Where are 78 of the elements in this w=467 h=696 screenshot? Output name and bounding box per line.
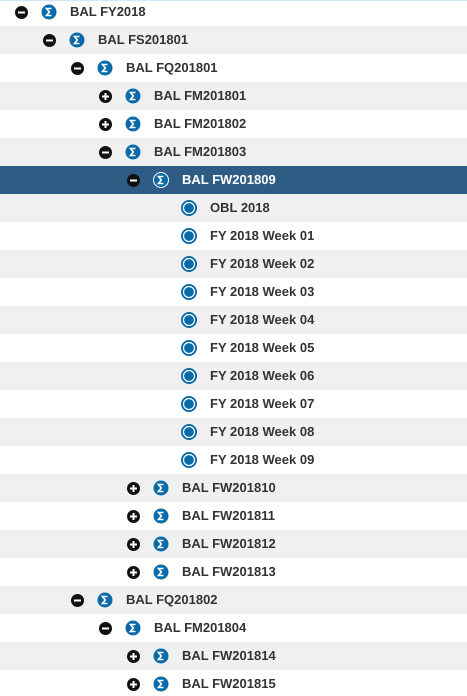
sigma-icon	[153, 508, 169, 524]
collapse-icon[interactable]	[15, 6, 28, 18]
tree-row[interactable]: BAL FW201809	[0, 166, 467, 194]
node-label: BAL FQ201801	[126, 59, 218, 78]
node-label: BAL FM201803	[154, 143, 246, 162]
expand-icon[interactable]	[127, 566, 140, 578]
tree-row[interactable]: BAL FS201801	[0, 26, 467, 54]
sigma-icon	[125, 144, 141, 160]
circle-icon	[181, 228, 197, 244]
sigma-icon	[153, 676, 169, 692]
node-label: BAL FQ201802	[126, 591, 218, 610]
tree-row[interactable]: BAL FM201803	[0, 138, 467, 166]
tree-row[interactable]: BAL FQ201802	[0, 586, 467, 614]
expand-icon[interactable]	[99, 90, 112, 102]
tree-row[interactable]: FY 2018 Week 08	[0, 418, 467, 446]
sigma-icon	[125, 620, 141, 636]
circle-icon	[181, 312, 197, 328]
tree-row[interactable]: BAL FW201812	[0, 530, 467, 558]
sigma-icon	[153, 564, 169, 580]
circle-icon	[181, 368, 197, 384]
sigma-icon	[69, 32, 85, 48]
node-label: FY 2018 Week 04	[210, 311, 314, 330]
sigma-icon	[97, 60, 113, 76]
expand-icon[interactable]	[127, 678, 140, 690]
node-label: FY 2018 Week 05	[210, 339, 314, 358]
expand-icon[interactable]	[127, 650, 140, 662]
sigma-icon	[153, 480, 169, 496]
sigma-icon	[97, 592, 113, 608]
circle-icon	[181, 424, 197, 440]
node-label: FY 2018 Week 06	[210, 367, 314, 386]
node-label: BAL FW201815	[182, 675, 276, 694]
collapse-icon[interactable]	[127, 174, 140, 186]
expand-icon[interactable]	[99, 118, 112, 130]
node-label: BAL FW201813	[182, 563, 276, 582]
sigma-icon	[153, 648, 169, 664]
node-label: BAL FW201811	[182, 507, 275, 526]
node-label: BAL FW201812	[182, 535, 276, 554]
tree-row[interactable]: OBL 2018	[0, 194, 467, 222]
node-label: OBL 2018	[210, 199, 270, 218]
expand-icon[interactable]	[127, 510, 140, 522]
node-label: FY 2018 Week 08	[210, 423, 314, 442]
node-label: FY 2018 Week 01	[210, 227, 314, 246]
expand-icon[interactable]	[127, 482, 140, 494]
circle-icon	[181, 452, 197, 468]
tree-row[interactable]: FY 2018 Week 04	[0, 306, 467, 334]
collapse-icon[interactable]	[99, 622, 112, 634]
tree-row[interactable]: FY 2018 Week 06	[0, 362, 467, 390]
node-label: BAL FM201804	[154, 619, 246, 638]
node-label: BAL FY2018	[70, 3, 146, 22]
collapse-icon[interactable]	[71, 594, 84, 606]
sigma-icon	[41, 4, 57, 20]
node-label: BAL FS201801	[98, 31, 188, 50]
node-label: FY 2018 Week 07	[210, 395, 314, 414]
circle-icon	[181, 284, 197, 300]
expand-icon[interactable]	[127, 538, 140, 550]
node-label: BAL FW201814	[182, 647, 276, 666]
node-label: FY 2018 Week 02	[210, 255, 314, 274]
circle-icon	[181, 396, 197, 412]
circle-icon	[181, 256, 197, 272]
tree-row[interactable]: BAL FW201810	[0, 474, 467, 502]
sigma-icon	[125, 116, 141, 132]
tree-row[interactable]: BAL FM201801	[0, 82, 467, 110]
sigma-icon	[153, 172, 169, 188]
circle-icon	[181, 200, 197, 216]
node-label: FY 2018 Week 09	[210, 451, 314, 470]
tree-row[interactable]: BAL FW201814	[0, 642, 467, 670]
sigma-icon	[153, 536, 169, 552]
circle-icon	[181, 340, 197, 356]
node-label: BAL FW201809	[182, 171, 276, 190]
collapse-icon[interactable]	[43, 34, 56, 46]
node-label: BAL FM201802	[154, 115, 246, 134]
sigma-icon	[125, 88, 141, 104]
node-label: FY 2018 Week 03	[210, 283, 314, 302]
node-label: BAL FM201801	[154, 87, 246, 106]
collapse-icon[interactable]	[99, 146, 112, 158]
tree-row[interactable]: FY 2018 Week 02	[0, 250, 467, 278]
collapse-icon[interactable]	[71, 62, 84, 74]
node-label: BAL FW201810	[182, 479, 276, 498]
